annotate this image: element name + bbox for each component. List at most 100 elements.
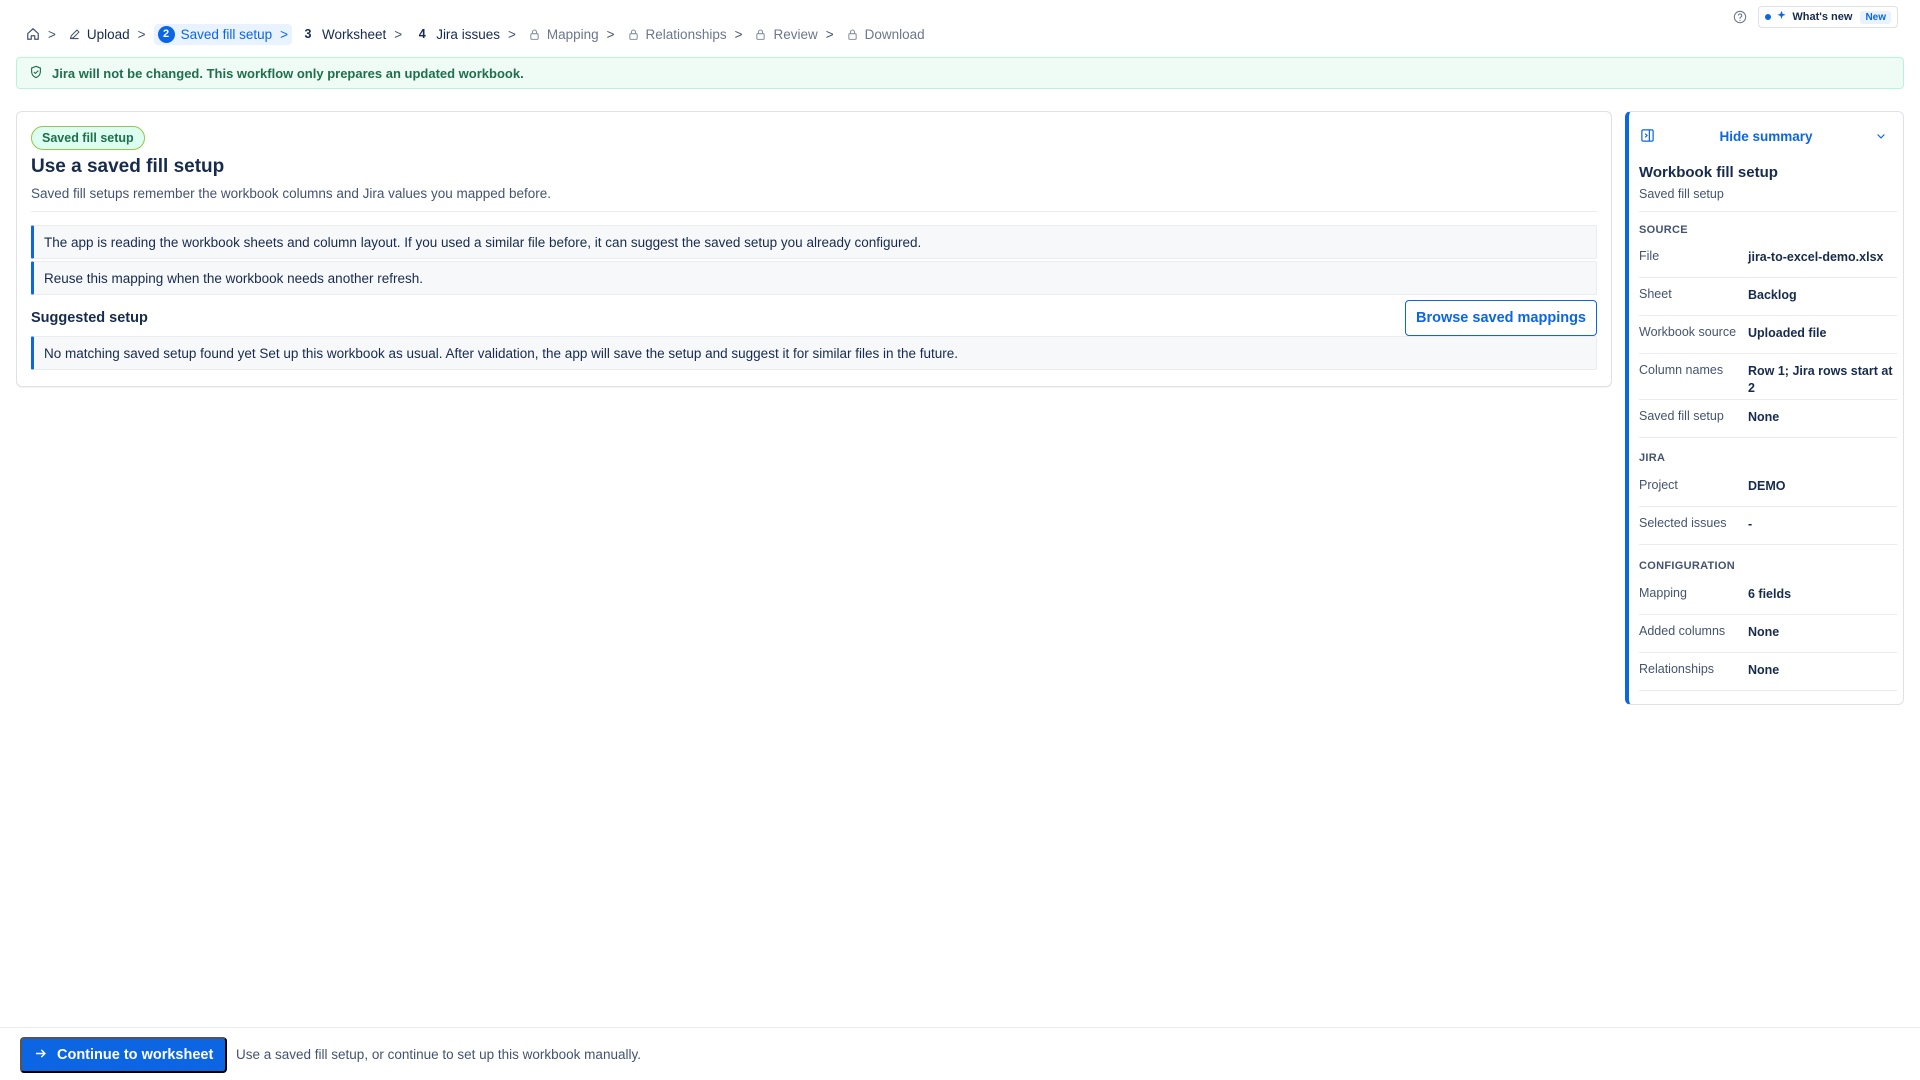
breadcrumb-step-label: Relationships <box>645 26 727 42</box>
summary-key: Added columns <box>1639 624 1726 638</box>
source-section-heading: SOURCE <box>1639 224 1688 236</box>
breadcrumb-step-saved-fill-setup[interactable]: 2 Saved fill setup > <box>153 23 293 45</box>
breadcrumb-separator: > <box>825 26 834 42</box>
whats-new-label: What's new <box>1792 11 1853 23</box>
info-banner: Jira will not be changed. This workflow … <box>16 57 1904 89</box>
divider <box>1639 211 1897 212</box>
bottom-action-bar: Continue to worksheet Use a saved fill s… <box>0 1027 1920 1080</box>
breadcrumb-separator: > <box>394 26 403 42</box>
footer-hint: Use a saved fill setup, or continue to s… <box>236 1047 641 1062</box>
breadcrumb-step-jira-issues[interactable]: 4 Jira issues > <box>410 25 520 44</box>
summary-value: 6 fields <box>1748 587 1792 601</box>
summary-value: Uploaded file <box>1748 326 1827 340</box>
breadcrumb-step-label: Upload <box>86 26 130 42</box>
step-number: 4 <box>418 27 426 41</box>
summary-value: - <box>1748 517 1753 531</box>
breadcrumb-step-upload[interactable]: Upload > <box>64 25 150 44</box>
breadcrumb-separator: > <box>48 26 56 42</box>
divider <box>31 211 1597 212</box>
summary-row-selected-issues: Selected issues - <box>1639 507 1897 545</box>
home-icon <box>26 27 40 41</box>
breadcrumb-step-worksheet[interactable]: 3 Worksheet > <box>296 25 406 44</box>
pencil-icon <box>68 28 81 41</box>
summary-row-sheet: Sheet Backlog <box>1639 278 1897 316</box>
breadcrumb-step-download: Download <box>842 25 929 44</box>
summary-row-workbook-source: Workbook source Uploaded file <box>1639 316 1897 354</box>
summary-key: Workbook source <box>1639 325 1737 339</box>
summary-key: Selected issues <box>1639 516 1727 530</box>
continue-button-label: Continue to worksheet <box>57 1047 214 1063</box>
summary-value: None <box>1748 663 1780 677</box>
breadcrumb-step-mapping: Mapping > <box>524 25 619 44</box>
breadcrumb-separator: > <box>137 26 146 42</box>
jira-section-heading: JIRA <box>1639 452 1666 464</box>
breadcrumb-step-relationships: Relationships > <box>623 25 747 44</box>
breadcrumb-separator: > <box>606 26 615 42</box>
suggested-setup-heading: Suggested setup <box>31 310 148 326</box>
summary-key: Saved fill setup <box>1639 409 1724 423</box>
breadcrumb-separator: > <box>280 26 289 42</box>
summary-row-project: Project DEMO <box>1639 469 1897 507</box>
hide-summary-button[interactable]: Hide summary <box>1629 129 1903 144</box>
info-message: Reuse this mapping when the workbook nee… <box>31 261 1597 295</box>
summary-header: Hide summary <box>1629 124 1903 148</box>
shield-check-icon <box>29 65 43 82</box>
summary-value: Row 1; Jira rows start at 2 <box>1748 364 1893 395</box>
top-right-actions: What's new New <box>1732 6 1898 28</box>
configuration-section-heading: CONFIGURATION <box>1639 560 1735 572</box>
continue-to-worksheet-button[interactable]: Continue to worksheet <box>20 1037 228 1073</box>
lock-icon <box>627 28 640 41</box>
summary-row-added-columns: Added columns None <box>1639 615 1897 653</box>
summary-subtitle: Saved fill setup <box>1639 187 1724 201</box>
summary-title: Workbook fill setup <box>1639 164 1778 181</box>
summary-value: jira-to-excel-demo.xlsx <box>1748 250 1884 264</box>
summary-key: Column names <box>1639 363 1724 377</box>
summary-key: Sheet <box>1639 287 1672 301</box>
summary-value: None <box>1748 410 1780 424</box>
breadcrumb-step-label: Jira issues <box>436 26 500 42</box>
summary-key: Mapping <box>1639 586 1687 600</box>
help-icon[interactable] <box>1732 9 1748 25</box>
breadcrumb-separator: > <box>734 26 743 42</box>
breadcrumb-step-label: Saved fill setup <box>180 26 273 42</box>
chevron-down-icon[interactable] <box>1875 129 1887 145</box>
whats-new-button[interactable]: What's new New <box>1758 6 1898 28</box>
browse-saved-mappings-button[interactable]: Browse saved mappings <box>1404 300 1597 336</box>
breadcrumb-home[interactable]: > <box>22 25 60 44</box>
breadcrumb-step-label: Worksheet <box>322 26 387 42</box>
page-title: Use a saved fill setup <box>31 156 225 177</box>
breadcrumb-step-review: Review > <box>750 25 837 44</box>
breadcrumb-step-label: Mapping <box>546 26 599 42</box>
summary-value: Backlog <box>1748 288 1797 302</box>
sparkle-icon <box>1776 10 1787 24</box>
lock-icon <box>846 28 859 41</box>
summary-row-mapping: Mapping 6 fields <box>1639 577 1897 615</box>
breadcrumb: > Upload > 2 Saved fill setup > 3 Worksh… <box>22 23 933 45</box>
breadcrumb-separator: > <box>507 26 516 42</box>
summary-key: Project <box>1639 478 1678 492</box>
step-number: 3 <box>304 27 312 41</box>
unread-dot <box>1765 14 1772 20</box>
summary-value: DEMO <box>1748 479 1786 493</box>
summary-key: Relationships <box>1639 662 1715 676</box>
breadcrumb-step-label: Review <box>773 26 818 42</box>
step-pill: Saved fill setup <box>31 126 145 150</box>
summary-panel: Hide summary Workbook fill setup Saved f… <box>1625 111 1904 705</box>
summary-value: None <box>1748 625 1780 639</box>
info-message: The app is reading the workbook sheets a… <box>31 225 1597 259</box>
summary-row-relationships: Relationships None <box>1639 653 1897 691</box>
page-description: Saved fill setups remember the workbook … <box>31 186 552 201</box>
no-match-message: No matching saved setup found yet Set up… <box>31 336 1597 370</box>
summary-row-file: File jira-to-excel-demo.xlsx <box>1639 240 1897 278</box>
summary-key: File <box>1639 249 1660 263</box>
arrow-right-icon <box>34 1047 47 1064</box>
lock-icon <box>528 28 541 41</box>
new-badge: New <box>1860 10 1891 24</box>
lock-icon <box>754 28 767 41</box>
saved-fill-setup-card: Saved fill setup Use a saved fill setup … <box>16 111 1612 387</box>
summary-row-saved-fill-setup: Saved fill setup None <box>1639 400 1897 438</box>
step-number-badge: 2 <box>157 25 175 43</box>
summary-row-column-names: Column names Row 1; Jira rows start at 2 <box>1639 354 1897 400</box>
breadcrumb-step-label: Download <box>864 26 925 42</box>
banner-text: Jira will not be changed. This workflow … <box>52 65 524 81</box>
